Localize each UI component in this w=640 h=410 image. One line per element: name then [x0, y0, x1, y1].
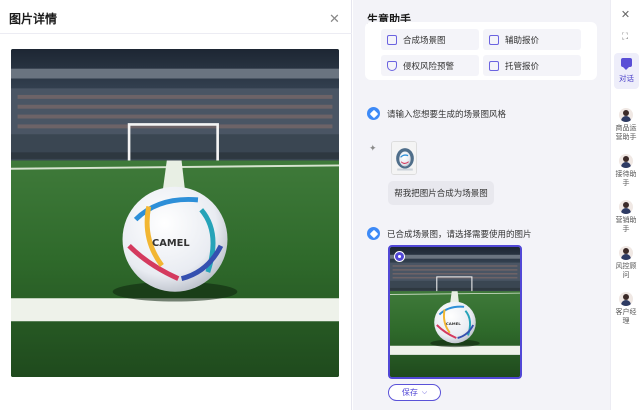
expand-icon[interactable]: ⛶: [620, 31, 630, 41]
selected-radio-icon[interactable]: [394, 251, 405, 262]
avatar: [619, 292, 633, 306]
thumbnail-image: [392, 142, 416, 174]
uploaded-image-thumbnail[interactable]: [391, 141, 417, 175]
assistant-marketing[interactable]: 营销助手: [611, 200, 640, 234]
avatar: [619, 154, 633, 168]
generated-scene-image[interactable]: [388, 245, 522, 379]
avatar: [619, 200, 633, 214]
image-detail-panel: 图片详情 ✕: [0, 0, 352, 410]
panel-title: 图片详情: [9, 12, 58, 26]
football-stadium-image: [11, 49, 339, 377]
option-assist-quote[interactable]: 辅助报价: [483, 29, 581, 50]
close-icon[interactable]: ✕: [329, 12, 340, 25]
assistant-reception[interactable]: 接待助手: [611, 154, 640, 188]
assistant-chat-panel: 生意助手 合成场景图 辅助报价 侵权风险预警 托管报价 请输入您想要生成的场景图…: [353, 0, 610, 410]
assistant-risk-advisor[interactable]: 风控顾问: [611, 246, 640, 280]
divider: [0, 33, 352, 34]
bot-avatar-icon: [367, 107, 380, 120]
chat-bubble-icon: [621, 58, 632, 70]
assistant-account-manager[interactable]: 客户经理: [611, 292, 640, 326]
shield-icon: [387, 60, 397, 71]
option-infringement-alert[interactable]: 侵权风险预警: [381, 55, 479, 76]
generated-stadium-image: [390, 247, 520, 377]
bot-avatar-icon: [367, 227, 380, 240]
quick-options-card: 合成场景图 辅助报价 侵权风险预警 托管报价: [365, 22, 597, 80]
bot-message: 已合成场景图，请选择需要使用的图片: [367, 227, 532, 240]
quote-icon: [489, 34, 499, 45]
user-message: 帮我把图片合成为场景图: [388, 181, 494, 205]
save-button[interactable]: 保存 ⌵: [388, 384, 441, 401]
tab-chat[interactable]: 对话: [614, 53, 639, 89]
quote-icon: [489, 60, 499, 71]
close-icon[interactable]: ✕: [620, 10, 631, 21]
option-compose-scene[interactable]: 合成场景图: [381, 29, 479, 50]
image-preview: [11, 49, 339, 377]
option-managed-quote[interactable]: 托管报价: [483, 55, 581, 76]
assistant-product-ops[interactable]: 商品运营助手: [611, 108, 640, 142]
avatar: [619, 108, 633, 122]
bot-message: 请输入您想要生成的场景图风格: [367, 107, 506, 120]
chevron-down-icon: ⌵: [421, 388, 428, 396]
right-sidebar: ✕ ⛶ 对话 商品运营助手 接待助手 营销助手 风控顾问 客户经理: [610, 0, 640, 410]
avatar: [619, 246, 633, 260]
sparkle-icon: ✦: [369, 143, 377, 153]
image-edit-icon: [387, 34, 397, 45]
